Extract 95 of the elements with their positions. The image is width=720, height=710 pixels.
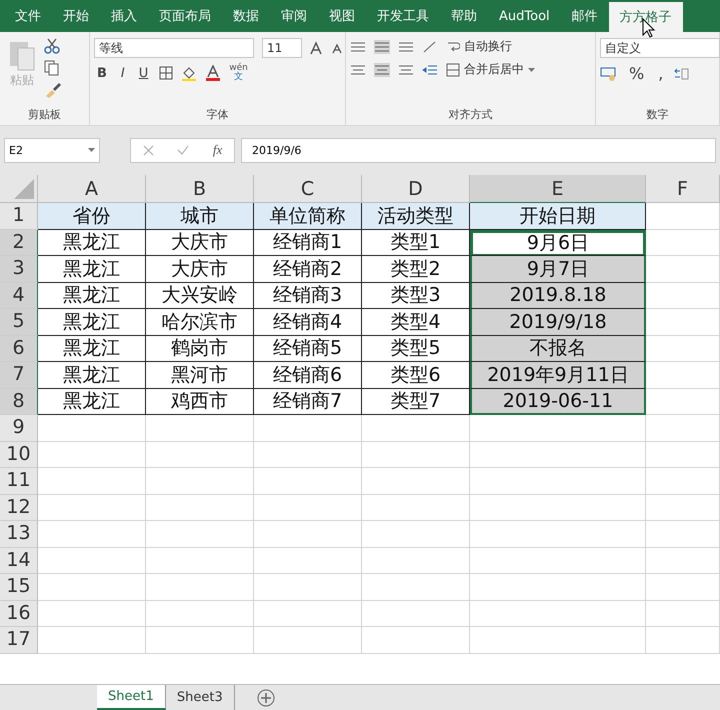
table-cell[interactable]: 2019/9/18: [470, 309, 646, 336]
group-label: 对齐方式: [448, 107, 494, 123]
column-header[interactable]: E: [470, 175, 646, 203]
ribbon-tab[interactable]: 帮助: [440, 0, 488, 32]
table-cell[interactable]: 经销商1: [254, 230, 362, 256]
table-cell[interactable]: 经销商6: [254, 362, 362, 388]
table-cell[interactable]: 类型6: [362, 362, 470, 388]
table-cell[interactable]: 黑龙江: [38, 282, 146, 309]
row-header[interactable]: 3: [0, 256, 38, 282]
ribbon-tab[interactable]: 文件: [4, 0, 52, 32]
table-cell[interactable]: 黑龙江: [38, 336, 146, 362]
table-cell[interactable]: 经销商4: [254, 309, 362, 336]
table-cell[interactable]: 经销商3: [254, 282, 362, 309]
table-cell[interactable]: 哈尔滨市: [146, 309, 254, 336]
sheet-tab[interactable]: Sheet3: [166, 685, 235, 710]
row-header[interactable]: 9: [0, 415, 38, 442]
ribbon-tab[interactable]: 插入: [100, 0, 148, 32]
row-header[interactable]: 2: [0, 230, 38, 256]
bold-button[interactable]: B: [94, 66, 110, 80]
column-header[interactable]: B: [146, 175, 254, 203]
italic-button[interactable]: I: [118, 66, 128, 80]
comma-button[interactable]: ,: [655, 64, 666, 83]
percent-button[interactable]: %: [626, 64, 648, 83]
table-cell[interactable]: 2019.8.18: [470, 282, 646, 309]
number-format-field[interactable]: 自定义: [600, 38, 720, 58]
row-header[interactable]: 1: [0, 203, 38, 230]
row-header[interactable]: 15: [0, 574, 38, 600]
merge-center-button[interactable]: 合并后居中: [446, 61, 535, 78]
column-header[interactable]: D: [362, 175, 470, 203]
table-cell[interactable]: 2019年9月11日: [470, 362, 646, 388]
row-header[interactable]: 16: [0, 600, 38, 627]
header-cell[interactable]: 活动类型: [362, 203, 470, 230]
ribbon-tab[interactable]: 页面布局: [148, 0, 222, 32]
ribbon-tab[interactable]: 方方格子: [608, 2, 683, 32]
header-cell[interactable]: 城市: [146, 203, 254, 230]
table-cell[interactable]: 鹤岗市: [146, 336, 254, 362]
row-header[interactable]: 10: [0, 442, 38, 468]
ribbon-tab[interactable]: 开始: [52, 0, 100, 32]
row-header[interactable]: 14: [0, 548, 38, 574]
row-header[interactable]: 8: [0, 388, 38, 415]
formula-field[interactable]: 2019/9/6: [241, 138, 716, 162]
underline-button[interactable]: U: [136, 66, 152, 80]
header-cell[interactable]: 开始日期: [470, 203, 646, 230]
table-cell[interactable]: 鸡西市: [146, 388, 254, 415]
table-cell[interactable]: 黑龙江: [38, 230, 146, 256]
column-header[interactable]: C: [254, 175, 362, 203]
group-label: 字体: [206, 107, 230, 123]
ribbon-tab[interactable]: 审阅: [270, 0, 318, 32]
header-cell[interactable]: 省份: [38, 203, 146, 230]
table-cell[interactable]: 经销商2: [254, 256, 362, 282]
table-cell[interactable]: 黑龙江: [38, 309, 146, 336]
function-button[interactable]: fx: [212, 142, 222, 158]
table-cell[interactable]: 类型1: [362, 230, 470, 256]
table-cell[interactable]: 9月7日: [470, 256, 646, 282]
table-cell[interactable]: 大庆市: [146, 256, 254, 282]
table-cell[interactable]: 类型2: [362, 256, 470, 282]
row-header[interactable]: 6: [0, 336, 38, 362]
table-cell[interactable]: 不报名: [470, 336, 646, 362]
table-cell[interactable]: 2019-06-11: [470, 388, 646, 415]
phonetic-guide-icon[interactable]: wén 文: [229, 64, 248, 82]
font-name-field[interactable]: 等线: [94, 38, 254, 58]
column-header[interactable]: A: [38, 175, 146, 203]
ribbon-tab[interactable]: AudTool: [488, 0, 561, 32]
table-cell[interactable]: 经销商7: [254, 388, 362, 415]
row-header[interactable]: 17: [0, 627, 38, 654]
header-cell[interactable]: 单位简称: [254, 203, 362, 230]
table-cell[interactable]: 大庆市: [146, 230, 254, 256]
table-cell[interactable]: 大兴安岭: [146, 282, 254, 309]
table-cell[interactable]: 9月6日: [470, 230, 646, 256]
table-cell[interactable]: 黑龙江: [38, 388, 146, 415]
table-cell[interactable]: 类型3: [362, 282, 470, 309]
table-cell[interactable]: 类型7: [362, 388, 470, 415]
wrap-text-button[interactable]: 自动换行: [446, 38, 512, 55]
name-box[interactable]: E2: [4, 138, 100, 162]
row-header[interactable]: 13: [0, 521, 38, 548]
table-cell[interactable]: 类型4: [362, 309, 470, 336]
sheet-tab[interactable]: Sheet1: [97, 685, 166, 710]
table-cell[interactable]: 黑河市: [146, 362, 254, 388]
column-header[interactable]: F: [646, 175, 720, 203]
table-cell[interactable]: 类型5: [362, 336, 470, 362]
row-header[interactable]: 4: [0, 282, 38, 309]
group-label: 剪贴板: [27, 107, 62, 123]
ribbon-tab[interactable]: 视图: [318, 0, 366, 32]
table-cell[interactable]: 经销商5: [254, 336, 362, 362]
ribbon-tab[interactable]: 数据: [222, 0, 270, 32]
ribbon-tab[interactable]: 邮件: [560, 0, 609, 32]
row-header[interactable]: 12: [0, 494, 38, 521]
table-cell[interactable]: 黑龙江: [38, 256, 146, 282]
ribbon-tab[interactable]: 开发工具: [366, 0, 440, 32]
group-label: 数字: [646, 107, 670, 123]
row-header[interactable]: 11: [0, 468, 38, 494]
table-cell[interactable]: 黑龙江: [38, 362, 146, 388]
row-header[interactable]: 5: [0, 309, 38, 336]
row-header[interactable]: 7: [0, 362, 38, 388]
font-size-field[interactable]: 11: [262, 38, 302, 58]
